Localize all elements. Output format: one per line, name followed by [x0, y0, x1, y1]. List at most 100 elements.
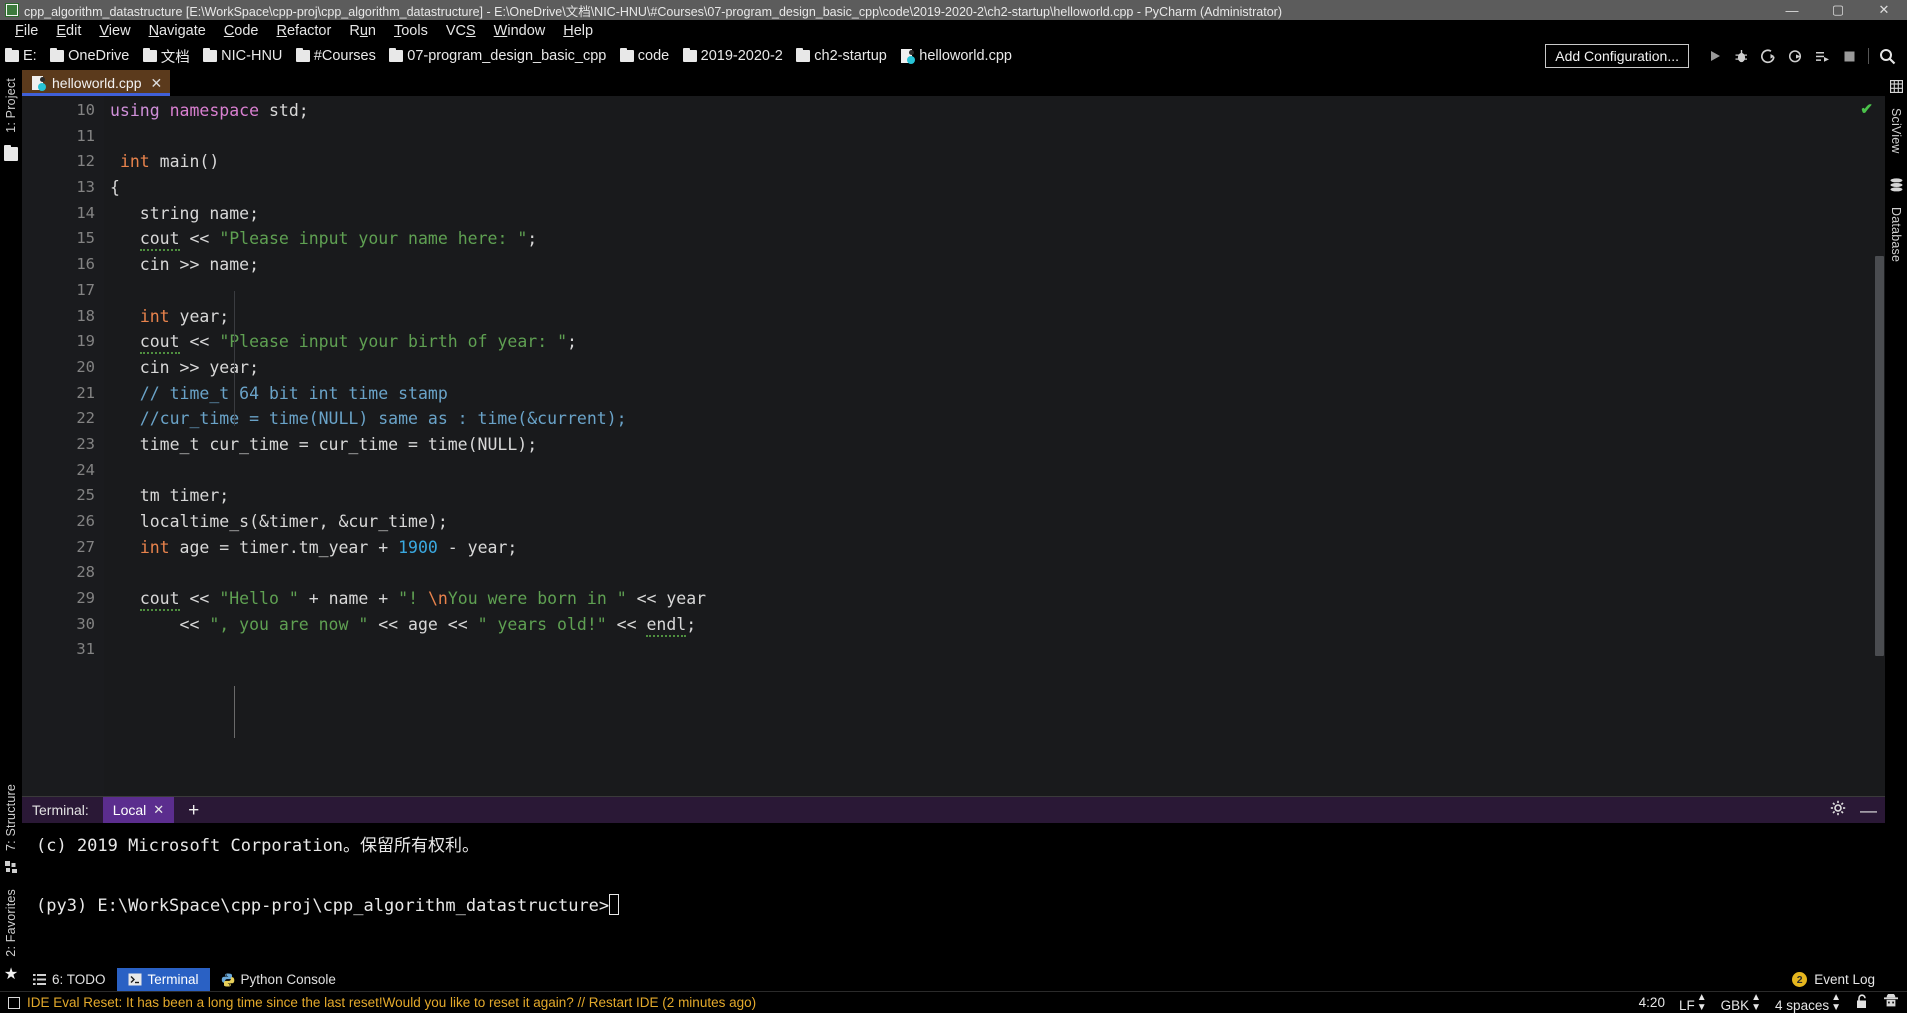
line-number[interactable]: 25: [22, 483, 104, 509]
bottom-tab-6-todo[interactable]: 6: TODO: [22, 968, 117, 991]
maximize-button[interactable]: ▢: [1815, 0, 1861, 20]
line-number[interactable]: 22: [22, 406, 104, 432]
menu-item-vcs[interactable]: VCS: [437, 20, 485, 42]
line-number[interactable]: 23: [22, 432, 104, 458]
line-number[interactable]: 19: [22, 329, 104, 355]
breadcrumb-item-4[interactable]: #Courses: [295, 48, 376, 64]
menu-item-help[interactable]: Help: [554, 20, 602, 42]
breadcrumb-item-9[interactable]: helloworld.cpp: [900, 48, 1012, 64]
menu-item-view[interactable]: View: [90, 20, 139, 42]
code-line[interactable]: cin >> name;: [104, 252, 1885, 278]
sidebar-item-structure[interactable]: 7: Structure: [4, 784, 18, 851]
breadcrumb-item-5[interactable]: 07-program_design_basic_cpp: [389, 48, 606, 64]
caret-position[interactable]: 4:20: [1639, 995, 1665, 1010]
bottom-tab-terminal[interactable]: Terminal: [116, 968, 210, 991]
breadcrumb-item-6[interactable]: code: [619, 48, 669, 64]
code-line[interactable]: [104, 124, 1885, 150]
module-icon[interactable]: [4, 861, 18, 879]
sidebar-item-database[interactable]: Database: [1889, 207, 1903, 262]
breadcrumb-item-7[interactable]: 2019-2020-2: [682, 48, 783, 64]
line-number[interactable]: 12: [22, 149, 104, 175]
code-line[interactable]: [104, 560, 1885, 586]
line-number[interactable]: 31: [22, 637, 104, 663]
code-line[interactable]: cout << "Hello " + name + "! \nYou were …: [104, 586, 1885, 612]
status-message[interactable]: IDE Eval Reset: It has been a long time …: [27, 995, 756, 1010]
project-folder-icon[interactable]: [4, 144, 18, 161]
gear-icon[interactable]: [1830, 800, 1846, 821]
minimize-icon[interactable]: —: [1860, 802, 1877, 819]
sidebar-item-sciview[interactable]: SciView: [1889, 108, 1903, 154]
run-tests-button[interactable]: [1809, 44, 1836, 68]
run-button[interactable]: [1701, 44, 1728, 68]
breadcrumb-item-1[interactable]: OneDrive: [50, 48, 129, 64]
line-number[interactable]: 20: [22, 355, 104, 381]
line-number[interactable]: 29: [22, 586, 104, 612]
indent-selector[interactable]: 4 spaces▲ ▼: [1775, 992, 1841, 1013]
code-line[interactable]: int age = timer.tm_year + 1900 - year;: [104, 535, 1885, 561]
code-line[interactable]: [104, 458, 1885, 484]
line-number[interactable]: 13: [22, 175, 118, 201]
breadcrumb-item-0[interactable]: E:: [5, 48, 37, 64]
line-number[interactable]: 10: [22, 98, 104, 124]
debug-button[interactable]: [1728, 44, 1755, 68]
sidebar-item-favorites[interactable]: 2: Favorites: [4, 889, 18, 957]
scrollbar-thumb[interactable]: [1875, 256, 1884, 656]
menu-item-file[interactable]: File: [6, 20, 47, 42]
code-line[interactable]: {: [104, 175, 1885, 201]
event-log-label[interactable]: Event Log: [1814, 972, 1875, 987]
profile-button[interactable]: [1782, 44, 1809, 68]
run-with-coverage-button[interactable]: [1755, 44, 1782, 68]
menu-item-tools[interactable]: Tools: [385, 20, 437, 42]
sciview-icon[interactable]: [1889, 79, 1903, 98]
terminal-tab-local[interactable]: Local ✕: [102, 797, 175, 823]
code-line[interactable]: using namespace std;: [104, 98, 1885, 124]
code-line[interactable]: tm timer;: [104, 483, 1885, 509]
code-line[interactable]: // time_t 64 bit int time stamp: [104, 381, 1885, 407]
code-line[interactable]: cout << "Please input your birth of year…: [104, 329, 1885, 355]
database-icon[interactable]: [1890, 178, 1903, 197]
editor-scrollbar[interactable]: [1874, 96, 1885, 796]
code-line[interactable]: int year;: [104, 304, 1885, 330]
hector-icon[interactable]: [1883, 993, 1899, 1011]
sidebar-item-project[interactable]: 1: Project: [4, 78, 18, 133]
code-line[interactable]: localtime_s(&timer, &cur_time);: [104, 509, 1885, 535]
code-content[interactable]: using namespace std; int main() { string …: [104, 96, 1885, 796]
editor-tab-helloworld[interactable]: helloworld.cpp ✕: [22, 70, 171, 96]
code-line[interactable]: time_t cur_time = cur_time = time(NULL);: [104, 432, 1885, 458]
menu-item-edit[interactable]: Edit: [47, 20, 90, 42]
code-line[interactable]: [104, 637, 1885, 663]
line-number[interactable]: 14: [22, 201, 104, 227]
line-number[interactable]: 16: [22, 252, 104, 278]
close-icon[interactable]: ✕: [153, 802, 164, 818]
close-icon[interactable]: ✕: [151, 75, 163, 92]
unlocked-icon[interactable]: [1855, 993, 1869, 1012]
code-line[interactable]: cout << "Please input your name here: ";: [104, 226, 1885, 252]
menu-item-refactor[interactable]: Refactor: [268, 20, 341, 42]
add-configuration-button[interactable]: Add Configuration...: [1545, 44, 1689, 68]
search-icon[interactable]: [1874, 44, 1901, 68]
code-editor[interactable]: 10 11 12 13 14 15 16 17 18 19 20 21 22 23 24 25 26 27 28 29…: [22, 96, 1885, 796]
line-number[interactable]: 15: [22, 226, 104, 252]
line-number[interactable]: 28: [22, 560, 104, 586]
close-button[interactable]: ✕: [1861, 0, 1907, 20]
line-number[interactable]: 27: [22, 535, 104, 561]
line-number[interactable]: 24: [22, 458, 104, 484]
line-number[interactable]: 11: [22, 124, 104, 150]
line-number[interactable]: 17: [22, 278, 104, 304]
menu-item-run[interactable]: Run: [340, 20, 385, 42]
menu-item-window[interactable]: Window: [485, 20, 555, 42]
terminal-output[interactable]: (c) 2019 Microsoft Corporation。保留所有权利。 (…: [22, 823, 1885, 968]
line-number[interactable]: 26: [22, 509, 104, 535]
new-terminal-tab-button[interactable]: +: [188, 801, 199, 820]
minimize-button[interactable]: —: [1769, 0, 1815, 20]
encoding-selector[interactable]: GBK▲ ▼: [1721, 992, 1761, 1013]
code-line[interactable]: << ", you are now " << age << " years ol…: [104, 612, 1885, 638]
breadcrumb-item-3[interactable]: NIC-HNU: [203, 48, 282, 64]
code-line[interactable]: [104, 278, 1885, 304]
line-number[interactable]: 21: [22, 381, 104, 407]
line-separator-selector[interactable]: LF▲ ▼: [1679, 992, 1707, 1013]
line-number[interactable]: 30: [22, 612, 104, 638]
code-line[interactable]: cin >> year;: [104, 355, 1885, 381]
error-stripe[interactable]: [1862, 96, 1874, 796]
event-log-area[interactable]: 2 Event Log: [1792, 972, 1875, 987]
